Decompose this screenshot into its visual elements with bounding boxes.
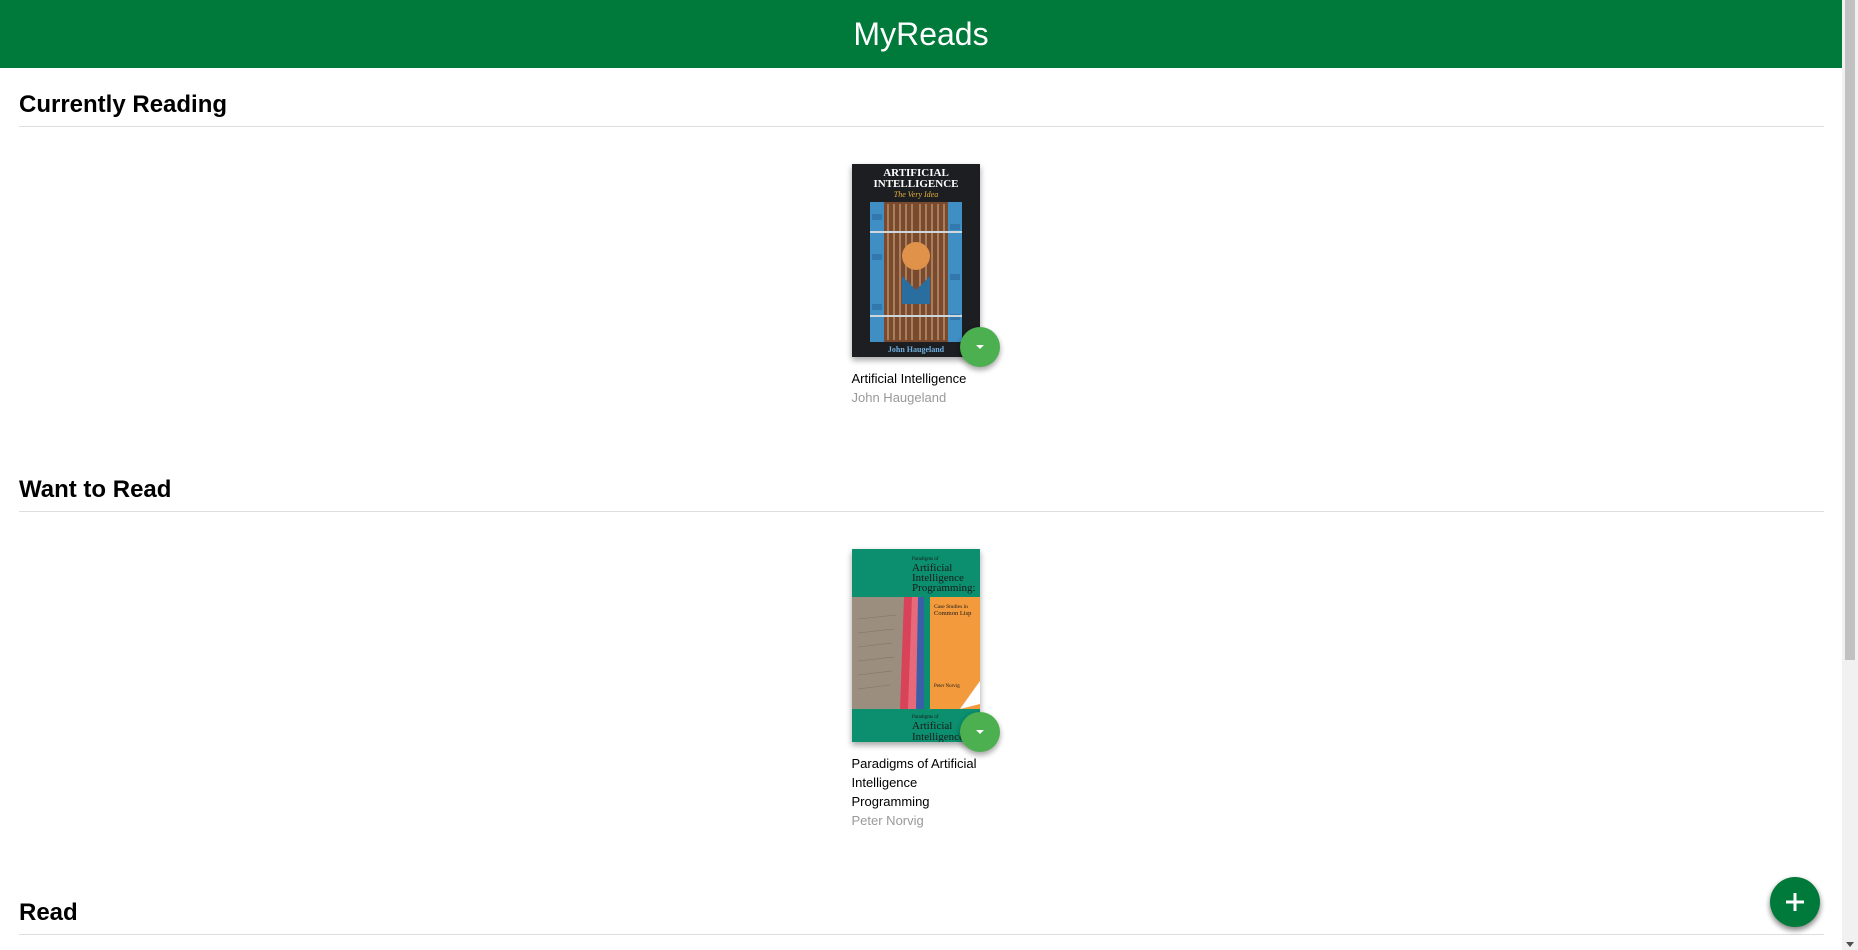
book: Paradigms of Artificial Intelligence Pro… bbox=[851, 549, 1000, 830]
book-title: Artificial Intelligence bbox=[851, 371, 967, 386]
book-authors: John Haugeland bbox=[851, 390, 947, 405]
bookshelf-want-to-read: Want to Read Paradigms of Artificial Int… bbox=[19, 475, 1824, 830]
caret-down-icon bbox=[975, 345, 984, 349]
shelf-books: ARTIFICIAL INTELLIGENCE The Very Idea Jo… bbox=[19, 127, 1824, 407]
shelf-books: Paradigms of Artificial Intelligence Pro… bbox=[19, 512, 1824, 830]
page: MyReads Currently Reading ARTIFICIAL INT… bbox=[0, 0, 1858, 950]
scrollbar-thumb[interactable] bbox=[1845, 0, 1855, 660]
caret-down-icon bbox=[975, 730, 984, 734]
book-cover-image: ARTIFICIAL INTELLIGENCE The Very Idea Jo… bbox=[851, 164, 980, 357]
shelf-title: Want to Read bbox=[19, 475, 1824, 512]
cover-heading-2: INTELLIGENCE bbox=[873, 178, 958, 190]
cover-subtitle: The Very Idea bbox=[893, 190, 937, 199]
cover-author: John Haugeland bbox=[887, 345, 944, 354]
add-book-button[interactable] bbox=[1770, 877, 1820, 927]
vertical-scrollbar[interactable] bbox=[1842, 0, 1858, 950]
shelf-title: Read bbox=[19, 898, 1824, 935]
book-cover-image: Paradigms of Artificial Intelligence Pro… bbox=[851, 549, 980, 742]
plus-icon bbox=[1786, 893, 1804, 911]
cover-author: Peter Norvig bbox=[934, 684, 960, 689]
book-cover[interactable]: ARTIFICIAL INTELLIGENCE The Very Idea Jo… bbox=[851, 164, 980, 357]
cover-heading-3: Programming: bbox=[912, 582, 976, 594]
app-header: MyReads bbox=[0, 0, 1842, 68]
scroll-down-icon[interactable] bbox=[1846, 942, 1854, 947]
book-title: Paradigms of Artificial Intelligence Pro… bbox=[851, 756, 977, 809]
shelf-changer-button[interactable] bbox=[959, 327, 1000, 367]
book-authors: Peter Norvig bbox=[851, 813, 924, 828]
book: ARTIFICIAL INTELLIGENCE The Very Idea Jo… bbox=[851, 164, 1000, 407]
bookshelf-currently-reading: Currently Reading ARTIFICIAL INTELLIGENC… bbox=[19, 90, 1824, 407]
app-title: MyReads bbox=[853, 15, 989, 52]
cover-footer-2: Intelligence bbox=[912, 731, 964, 742]
book-cover[interactable]: Paradigms of Artificial Intelligence Pro… bbox=[851, 549, 980, 742]
shelf-title: Currently Reading bbox=[19, 90, 1824, 127]
cover-subtitle-2: Common Lisp bbox=[934, 610, 971, 617]
shelf-changer-button[interactable] bbox=[959, 712, 1000, 752]
bookshelf-read: Read bbox=[19, 898, 1824, 935]
